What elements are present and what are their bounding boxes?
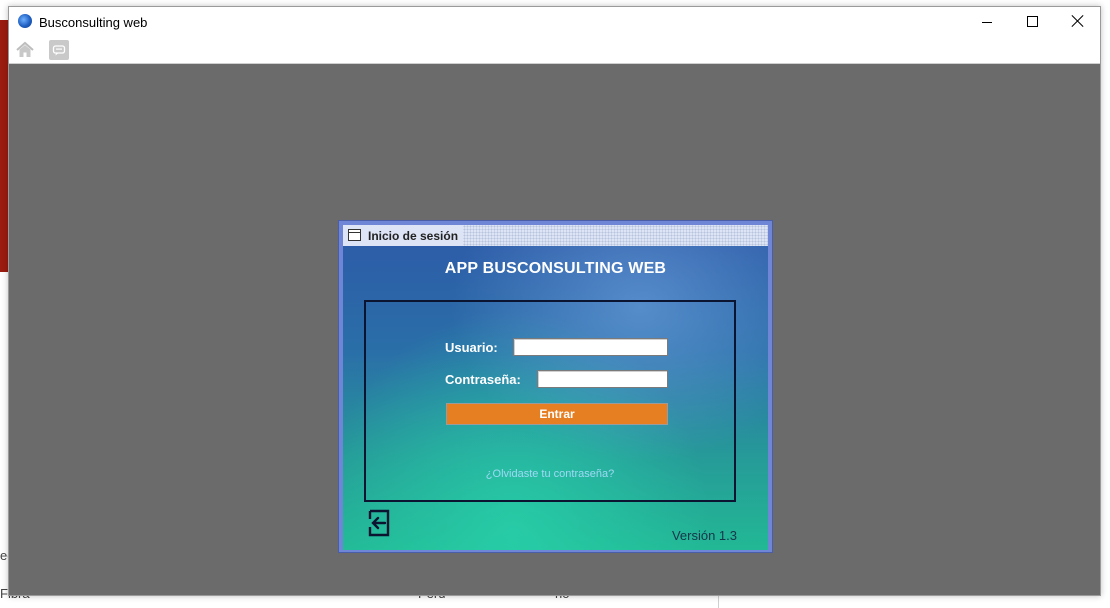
globe-icon bbox=[18, 14, 32, 28]
version-label: Versión 1.3 bbox=[671, 528, 737, 543]
window-titlebar[interactable]: Busconsulting web bbox=[9, 7, 1100, 37]
app-heading: APP BUSCONSULTING WEB bbox=[444, 260, 667, 277]
forgot-password-link[interactable]: ¿Olvidaste tu contraseña? bbox=[366, 468, 734, 480]
password-input[interactable] bbox=[537, 370, 668, 388]
username-label: Usuario: bbox=[445, 340, 498, 355]
app-window: Busconsulting web Inicio de sesión APP B… bbox=[8, 6, 1101, 596]
username-input[interactable] bbox=[513, 338, 668, 356]
maximize-button[interactable] bbox=[1009, 7, 1055, 37]
login-dialog-titlebar[interactable]: Inicio de sesión bbox=[343, 225, 768, 246]
desktop-area: Inicio de sesión APP BUSCONSULTING WEB U… bbox=[9, 64, 1100, 595]
login-dialog-title: Inicio de sesión bbox=[368, 229, 459, 243]
login-button[interactable]: Entrar bbox=[446, 403, 668, 425]
exit-icon[interactable] bbox=[365, 508, 393, 538]
minimize-button[interactable] bbox=[964, 7, 1010, 37]
window-title: Busconsulting web bbox=[39, 15, 148, 30]
window-icon bbox=[348, 229, 361, 241]
close-button[interactable] bbox=[1055, 7, 1101, 37]
login-dialog-body: APP BUSCONSULTING WEB Usuario: Contraseñ… bbox=[343, 246, 768, 550]
login-dialog: Inicio de sesión APP BUSCONSULTING WEB U… bbox=[338, 220, 773, 553]
home-icon[interactable] bbox=[15, 40, 35, 60]
close-icon bbox=[1071, 14, 1085, 28]
chat-icon[interactable] bbox=[49, 40, 69, 60]
minimize-icon bbox=[982, 22, 992, 23]
maximize-icon bbox=[1027, 16, 1038, 27]
toolbar bbox=[9, 37, 1100, 64]
password-label: Contraseña: bbox=[445, 372, 521, 387]
login-form: Usuario: Contraseña: Entrar ¿Olvidaste t… bbox=[364, 300, 736, 502]
